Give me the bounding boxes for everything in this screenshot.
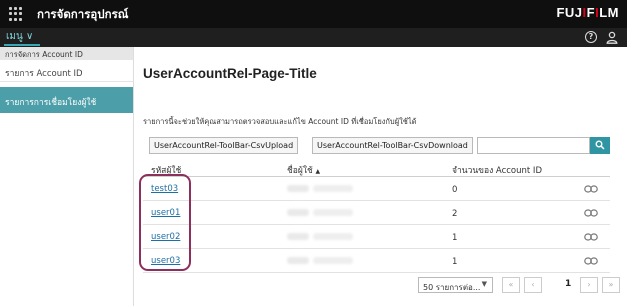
column-header-account-count[interactable]: จำนวนของ Account ID: [452, 163, 542, 177]
account-id-count: 2: [452, 209, 458, 219]
user-name-redacted: [287, 185, 355, 193]
csv-upload-button[interactable]: UserAccountRel-ToolBar-CsvUpload: [149, 137, 299, 154]
csv-download-button[interactable]: UserAccountRel-ToolBar-CsvDownload: [312, 137, 473, 154]
help-icon[interactable]: ?: [585, 31, 597, 43]
search-button[interactable]: [590, 137, 610, 154]
menu-bar: เมนู ∨ ?: [0, 28, 627, 47]
column-header-user-name[interactable]: ชื่อผู้ใช้ ▲: [287, 163, 320, 177]
link-icon[interactable]: [584, 233, 598, 241]
account-id-count: 0: [452, 185, 458, 195]
link-icon[interactable]: [584, 257, 598, 265]
main-content: UserAccountRel-Page-Title รายการนี้จะช่ว…: [134, 47, 627, 306]
sidebar: การจัดการ Account ID รายการ Account ID ร…: [0, 47, 134, 306]
link-icon[interactable]: [584, 209, 598, 217]
sidebar-item-user-link-list[interactable]: รายการการเชื่อมโยงผู้ใช้: [0, 87, 133, 113]
table-row: user03 1: [143, 249, 610, 273]
menu-active-indicator: [4, 44, 40, 46]
last-page-button[interactable]: »: [602, 277, 620, 293]
column-header-user-name-label: ชื่อผู้ใช้: [287, 166, 313, 176]
chevron-down-icon: ▼: [481, 280, 487, 288]
table-row: user01 2: [143, 201, 610, 225]
next-page-button[interactable]: ›: [580, 277, 598, 293]
app-title: การจัดการอุปกรณ์: [37, 7, 129, 21]
prev-page-button[interactable]: ‹: [524, 277, 542, 293]
first-page-button[interactable]: «: [502, 277, 520, 293]
brand-logo: FUJIFILM: [556, 5, 619, 20]
page-description: รายการนี้จะช่วยให้คุณสามารถตรวจสอบและแก้…: [143, 117, 417, 126]
account-id-count: 1: [452, 257, 458, 267]
top-bar: การจัดการอุปกรณ์ FUJIFILM: [0, 0, 627, 28]
search-input[interactable]: [477, 137, 590, 154]
app-grid-icon[interactable]: [9, 7, 23, 21]
sidebar-section-title: การจัดการ Account ID: [0, 47, 133, 60]
menu-dropdown-button[interactable]: เมนู ∨: [6, 29, 33, 44]
search-icon: [595, 140, 605, 150]
user-name-redacted: [287, 233, 355, 241]
user-name-redacted: [287, 209, 355, 217]
table-row: test03 0: [143, 177, 610, 201]
user-name-redacted: [287, 257, 355, 265]
page-title: UserAccountRel-Page-Title: [143, 66, 317, 81]
sort-ascending-icon: ▲: [315, 168, 321, 175]
highlight-oval-annotation: [139, 174, 191, 271]
user-account-table: รหัสผู้ใช้ ชื่อผู้ใช้ ▲ จำนวนของ Account…: [143, 160, 610, 273]
user-icon[interactable]: [606, 31, 618, 44]
account-id-count: 1: [452, 233, 458, 243]
table-row: user02 1: [143, 225, 610, 249]
table-header: รหัสผู้ใช้ ชื่อผู้ใช้ ▲ จำนวนของ Account…: [143, 160, 610, 177]
rows-per-page-select[interactable]: 50 รายการต่อ... ▼: [418, 277, 493, 293]
sidebar-item-account-id-list[interactable]: รายการ Account ID: [0, 60, 133, 82]
rows-per-page-value: 50 รายการต่อ...: [423, 283, 481, 292]
link-icon[interactable]: [584, 185, 598, 193]
current-page-number[interactable]: 1: [565, 279, 571, 289]
